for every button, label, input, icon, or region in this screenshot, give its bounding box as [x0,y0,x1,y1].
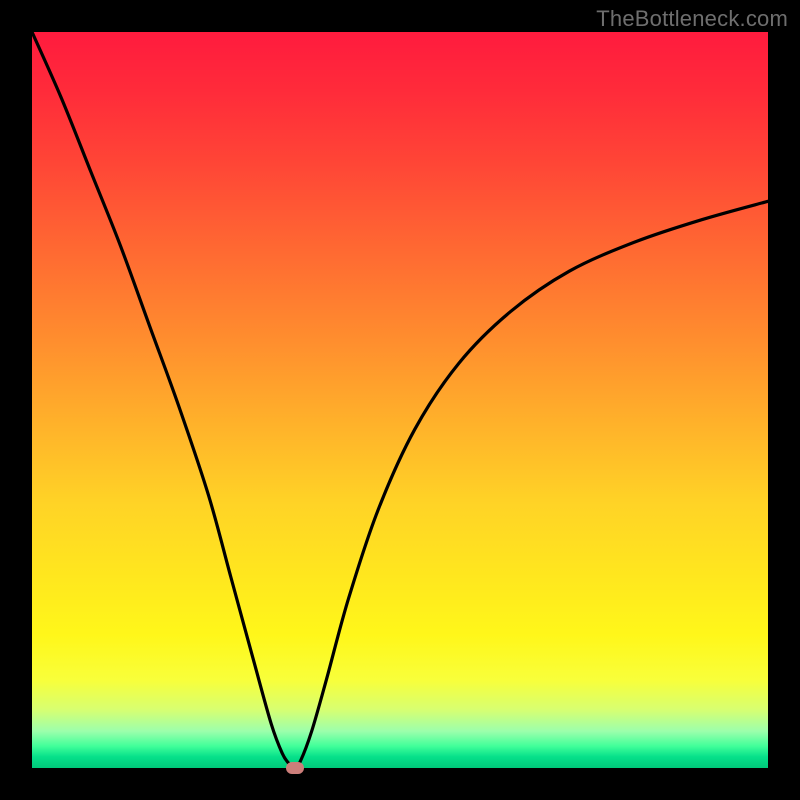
bottleneck-curve [32,32,768,768]
watermark-text: TheBottleneck.com [596,6,788,32]
chart-plot-area [32,32,768,768]
chart-frame: TheBottleneck.com [0,0,800,800]
optimum-marker [286,762,304,774]
